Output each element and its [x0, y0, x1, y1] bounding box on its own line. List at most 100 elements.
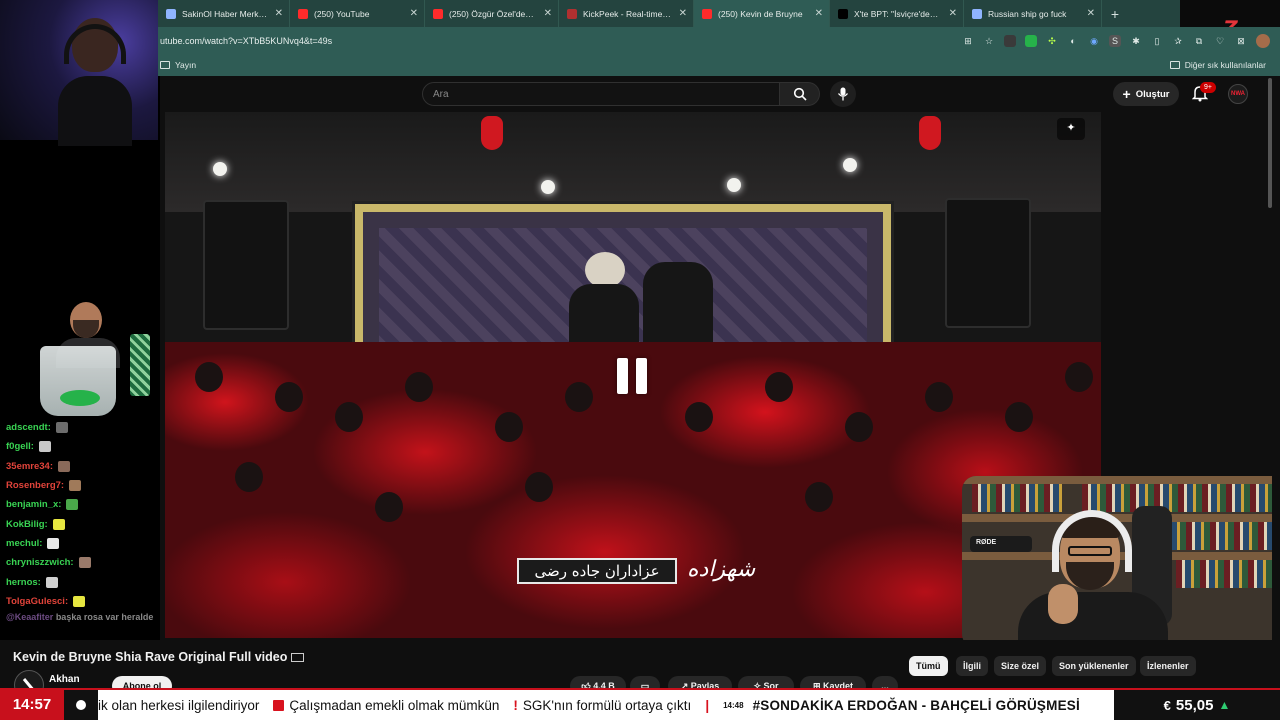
- chip-watched[interactable]: İzlenenler: [1140, 656, 1196, 676]
- extension-icon[interactable]: S: [1109, 34, 1121, 47]
- ticker-clock: 14:57: [0, 690, 64, 720]
- chat-username[interactable]: @Keaafiter: [6, 612, 53, 622]
- create-button[interactable]: + Oluştur: [1113, 82, 1179, 106]
- extension-icon[interactable]: ✣: [1046, 35, 1058, 47]
- chat-username[interactable]: mechul:: [6, 538, 42, 549]
- search-input[interactable]: Ara: [422, 82, 780, 106]
- video-scene-lamp: [213, 162, 227, 176]
- chat-username[interactable]: TolgaGulesci:: [6, 596, 68, 607]
- euro-icon: €: [1163, 697, 1171, 713]
- folder-icon: [1169, 61, 1180, 69]
- video-scene-lamp: [843, 158, 857, 172]
- chat-username[interactable]: 35emre34:: [6, 461, 53, 472]
- microphone: RØDE: [970, 536, 1032, 552]
- plus-icon: +: [1122, 86, 1131, 102]
- voice-search-button[interactable]: [830, 81, 856, 107]
- folder-icon: [160, 61, 170, 69]
- extension-icon[interactable]: ◉: [1088, 35, 1100, 47]
- video-scene-lamp: [727, 178, 741, 192]
- tab-label: (250) Kevin de Bruyne: [718, 8, 803, 19]
- close-tab-icon[interactable]: ✕: [544, 8, 552, 19]
- video-scene-red-light: [481, 116, 503, 150]
- browser-tab[interactable]: SakinOl Haber Merkezi ✕: [158, 0, 290, 27]
- chip-related[interactable]: İlgili: [956, 656, 988, 676]
- browser-essentials-icon[interactable]: ♡: [1214, 35, 1226, 47]
- chat-emote-icon: [78, 557, 91, 569]
- tab-label: KickPeek - Real-time URL Ch: [583, 8, 673, 19]
- chat-username[interactable]: f0gell:: [6, 441, 34, 452]
- screen: adscendt: f0gell: 35emre34: Rosenberg7: benj…: [0, 0, 1280, 720]
- extension-icon[interactable]: [1004, 34, 1016, 47]
- close-tab-icon[interactable]: ✕: [679, 8, 687, 19]
- video-player[interactable]: عزاداران جاده رضی شهزاده ✦: [165, 112, 1101, 638]
- webcam-person: [58, 18, 132, 146]
- close-tab-icon[interactable]: ✕: [1087, 8, 1095, 19]
- chat-username[interactable]: benjamin_x:: [6, 499, 61, 510]
- close-tab-icon[interactable]: ✕: [410, 8, 418, 19]
- chip-all[interactable]: Tümü: [909, 656, 948, 676]
- extension-icon[interactable]: [1025, 34, 1037, 47]
- ticker-headline: 14:48 #SONDAKİKA ERDOĞAN - BAHÇELİ GÖRÜŞM…: [723, 698, 1080, 713]
- ticker-headline: ! SGK'nın formülü ortaya çıktı: [513, 698, 691, 713]
- close-tab-icon[interactable]: ✕: [949, 8, 957, 19]
- chat-username[interactable]: chryniszzwich:: [6, 557, 74, 568]
- browser-tab[interactable]: KickPeek - Real-time URL Ch ✕: [559, 0, 694, 27]
- chat-username[interactable]: Rosenberg7:: [6, 480, 64, 491]
- search-button[interactable]: [780, 82, 820, 106]
- video-scene-red-light: [919, 116, 941, 150]
- profile-avatar[interactable]: [1256, 33, 1270, 48]
- split-view-icon[interactable]: ▯: [1151, 35, 1163, 47]
- chat-username[interactable]: adscendt:: [6, 422, 51, 433]
- microphone-icon: [837, 87, 849, 101]
- browser-tab[interactable]: X'te BPT: "İsviçre'den arkad ✕: [830, 0, 964, 27]
- browser-tab[interactable]: (250) Kevin de Bruyne ✕: [694, 0, 830, 27]
- chat-emote-icon: [47, 537, 60, 549]
- currency-rate: € 55,05 ▲: [1114, 690, 1280, 720]
- ticker-headline: ik olan herkesi ilgilendiriyor: [98, 698, 259, 713]
- new-tab-button[interactable]: +: [1102, 6, 1128, 22]
- news-ticker: 14:57 ik olan herkesi ilgilendiriyor Çalı…: [0, 688, 1280, 720]
- url-field[interactable]: utube.com/watch?v=XTbB5KUNvq4&t=49s: [158, 36, 962, 46]
- bookmark-yayin[interactable]: Yayın: [158, 60, 196, 70]
- chat-message: f0gell:: [0, 437, 160, 456]
- chip-for-you[interactable]: Size özel: [994, 656, 1047, 676]
- browser-tab[interactable]: (250) Özgür Özel'den, er geç ✕: [425, 0, 559, 27]
- extension-icon[interactable]: ◐: [1067, 35, 1079, 47]
- channel-name[interactable]: Akhan: [49, 674, 80, 685]
- chat-username[interactable]: KokBilig:: [6, 519, 48, 530]
- downloads-icon[interactable]: ⊠: [1235, 35, 1247, 47]
- chat-emote-icon: [66, 499, 79, 511]
- stream-left-column: adscendt: f0gell: 35emre34: Rosenberg7: benj…: [0, 0, 160, 688]
- browser-tab[interactable]: (250) YouTube ✕: [290, 0, 425, 27]
- install-app-icon[interactable]: ⊞: [962, 35, 974, 47]
- chat-username[interactable]: hernos:: [6, 577, 41, 588]
- account-avatar[interactable]: NWA: [1228, 84, 1248, 104]
- pause-icon[interactable]: [617, 358, 649, 394]
- tab-label: Russian ship go fuck: [988, 8, 1067, 19]
- close-tab-icon[interactable]: ✕: [815, 8, 823, 19]
- close-tab-icon[interactable]: ✕: [275, 8, 283, 19]
- bookmark-star-icon[interactable]: ☆: [983, 35, 995, 47]
- red-square-icon: [273, 699, 285, 711]
- video-corner-button[interactable]: ✦: [1057, 118, 1085, 140]
- bookmark-label: Yayın: [175, 60, 197, 70]
- search-icon: [793, 87, 807, 101]
- meme-overlay-image: [30, 300, 152, 418]
- chat-emote-icon: [58, 460, 71, 472]
- unsupported-glyph-icon: [291, 653, 305, 662]
- scrollbar-thumb[interactable]: [1268, 78, 1272, 208]
- other-favorites[interactable]: Diğer sık kullanılanlar: [1169, 60, 1280, 70]
- extensions-puzzle-icon[interactable]: ✱: [1130, 35, 1142, 47]
- tab-label: (250) YouTube: [314, 8, 370, 19]
- collections-icon[interactable]: ⧉: [1193, 35, 1205, 47]
- video-scene-ceiling: [165, 112, 1101, 212]
- youtube-header: Ara + Oluştur 9+ NWA: [160, 76, 1262, 112]
- page-scrollbar[interactable]: [1266, 76, 1274, 216]
- notification-badge: 9+: [1200, 82, 1216, 93]
- exclamation-icon: !: [513, 697, 518, 713]
- browser-tab[interactable]: Russian ship go fuck ✕: [964, 0, 1102, 27]
- favorites-icon[interactable]: ✰: [1172, 35, 1184, 47]
- chip-recently-uploaded[interactable]: Son yüklenenler: [1052, 656, 1136, 676]
- chat-message: adscendt:: [0, 418, 160, 437]
- video-scene-speaker: [203, 200, 289, 330]
